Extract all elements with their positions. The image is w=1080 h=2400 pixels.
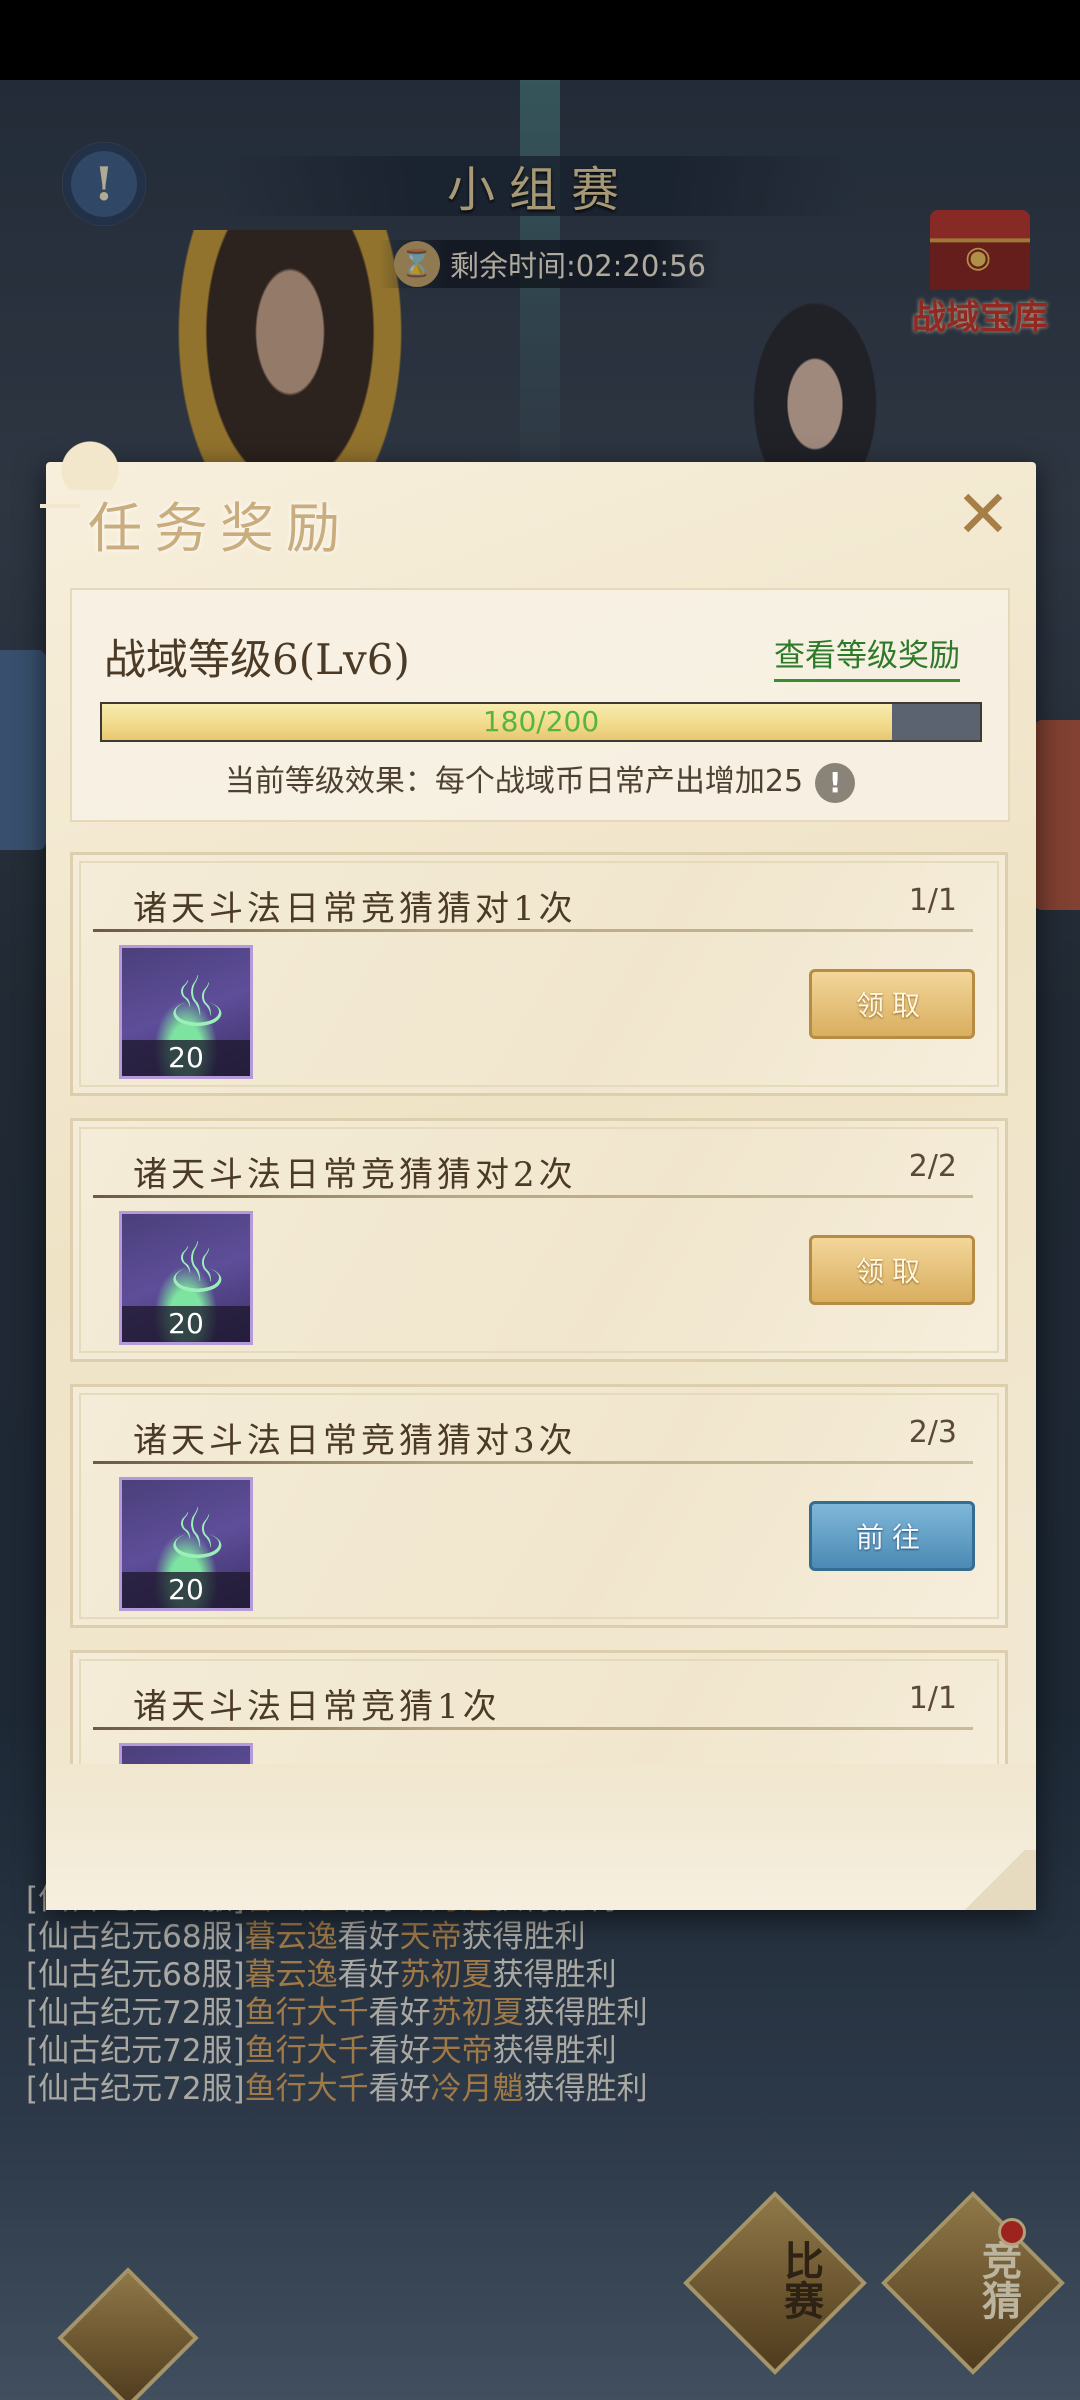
go-button[interactable]: 前往 [809,1501,975,1571]
task-title: 诸天斗法日常竞猜1次 [133,1687,501,1727]
level-effect-text: 当前等级效果：每个战域币日常产出增加25 [224,764,804,799]
level-effect: 当前等级效果：每个战域币日常产出增加25! [70,756,1010,803]
task-divider [93,1727,973,1730]
task-divider [93,1461,973,1464]
task-title: 诸天斗法日常竞猜猜对2次 [133,1155,577,1195]
reward-count: 20 [122,1572,250,1608]
title-ornament [40,504,80,508]
view-level-rewards-link[interactable]: 查看等级奖励 [774,630,960,682]
dialog-footer [46,1764,1036,1910]
task-divider [93,929,973,932]
level-progress-bar: 180/200 [100,702,982,742]
task-card: 诸天斗法日常竞猜1次 1/1 ♨20 [70,1650,1008,1764]
reward-item[interactable]: ♨20 [119,1743,253,1764]
close-icon[interactable]: ✕ [948,480,1018,550]
level-progress-text: 180/200 [482,705,600,738]
level-name: 战域等级6(Lv6) [104,635,410,684]
reward-item[interactable]: ♨20 [119,1477,253,1611]
task-progress: 1/1 [908,883,957,918]
page-curl [952,1850,1036,1910]
task-title: 诸天斗法日常竞猜猜对3次 [133,1421,577,1461]
task-title: 诸天斗法日常竞猜猜对1次 [133,889,577,929]
task-divider [93,1195,973,1198]
task-progress: 1/1 [908,1681,957,1716]
claim-button[interactable]: 领取 [809,1235,975,1305]
reward-item[interactable]: ♨20 [119,945,253,1079]
spirit-flame-icon: ♨ [166,1227,229,1309]
task-progress: 2/3 [908,1415,957,1450]
info-icon[interactable]: ! [815,762,856,803]
task-card: 诸天斗法日常竞猜猜对2次 2/2 ♨ 20 领取 [70,1118,1008,1362]
cloud-ornament [50,430,150,490]
reward-count: 20 [122,1040,250,1076]
task-card: 诸天斗法日常竞猜猜对1次 1/1 ♨ 20 领取 [70,852,1008,1096]
claim-button[interactable]: 领取 [809,969,975,1039]
status-bar [0,0,1080,80]
dialog-title: 任务奖励 [88,497,352,560]
spirit-flame-icon: ♨ [166,961,229,1043]
task-list[interactable]: 诸天斗法日常竞猜猜对1次 1/1 ♨ 20 领取 诸天斗法日常竞猜猜对2次 2/2 ♨ 20 领取… [66,852,1012,1764]
task-card: 诸天斗法日常竞猜猜对3次 2/3 ♨ 20 前往 [70,1384,1008,1628]
reward-count: 20 [122,1306,250,1342]
reward-item[interactable]: ♨20 [119,1211,253,1345]
task-progress: 2/2 [908,1149,957,1184]
spirit-flame-icon: ♨ [166,1493,229,1575]
